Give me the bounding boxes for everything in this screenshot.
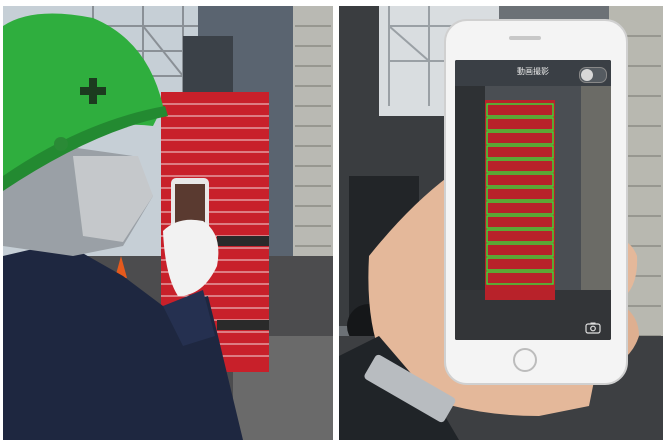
- left-scene: [3, 6, 333, 440]
- camera-switch-icon[interactable]: [585, 322, 601, 334]
- record-toggle-switch[interactable]: [579, 67, 607, 83]
- left-photo: [3, 6, 333, 440]
- toggle-knob: [581, 69, 593, 81]
- app-header: 動画撮影: [455, 60, 611, 86]
- phone-screen: 動画撮影: [455, 60, 611, 340]
- camera-preview: [455, 60, 611, 340]
